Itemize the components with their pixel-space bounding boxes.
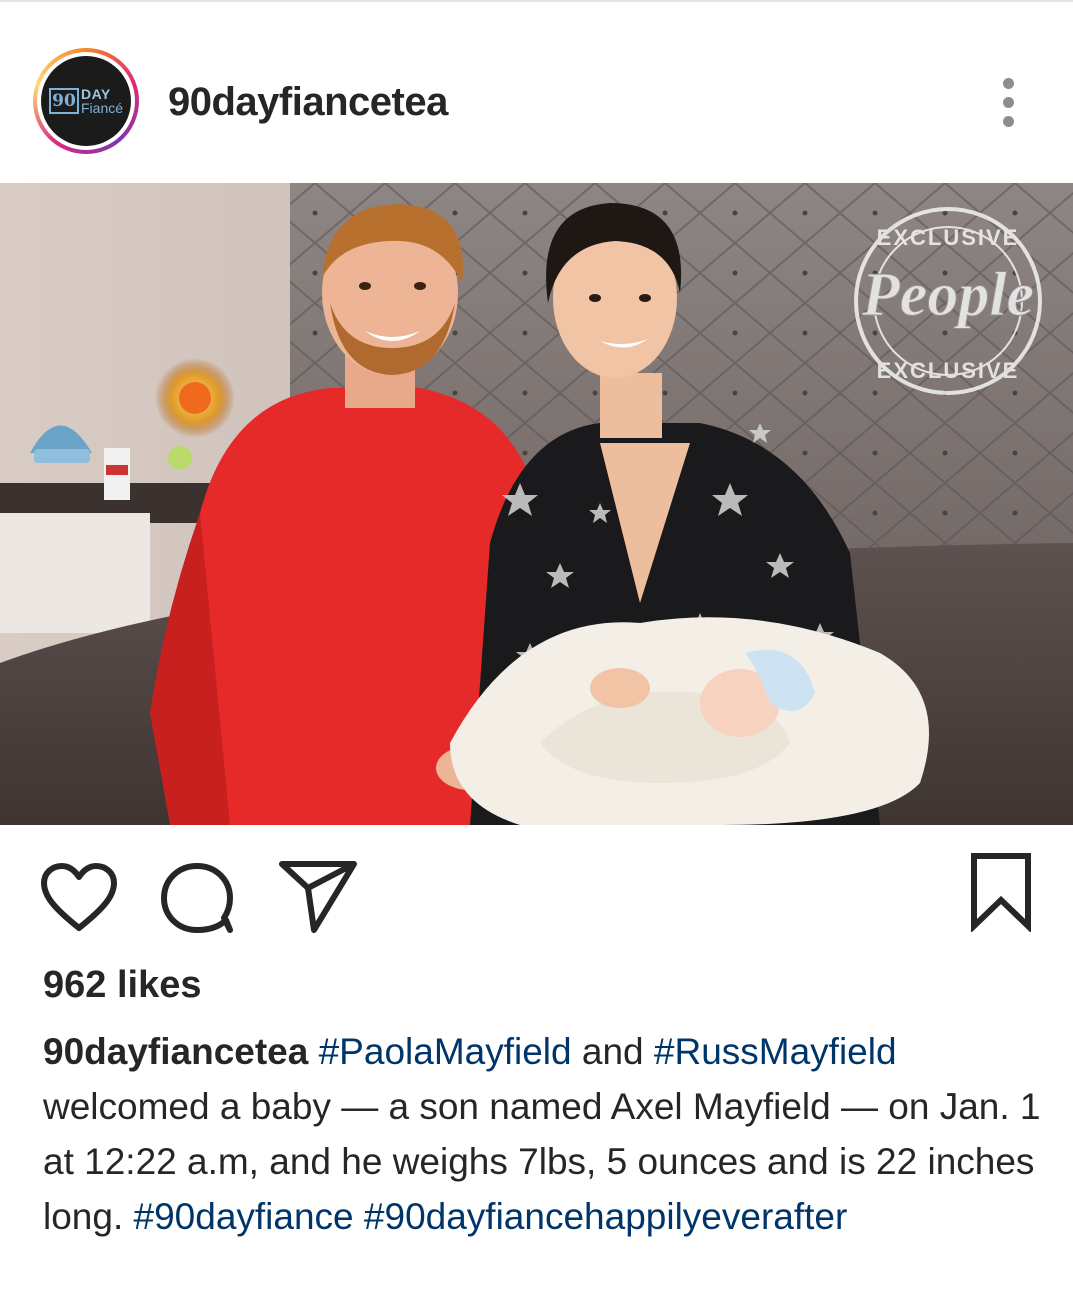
- avatar[interactable]: 90 DAY Fiancé: [41, 56, 131, 146]
- caption-text: and: [581, 1031, 644, 1072]
- svg-text:EXCLUSIVE: EXCLUSIVE: [877, 358, 1020, 383]
- more-options-icon[interactable]: [990, 78, 1026, 128]
- people-watermark: EXCLUSIVE People EXCLUSIVE: [854, 207, 1042, 395]
- post-actions: [0, 850, 1073, 940]
- paper-plane-icon[interactable]: [278, 858, 358, 934]
- hashtag-russmayfield[interactable]: #RussMayfield: [654, 1031, 897, 1072]
- avatar-logo: 90 DAY Fiancé: [49, 86, 125, 116]
- post-username[interactable]: 90dayfiancetea: [168, 80, 448, 125]
- story-ring[interactable]: 90 DAY Fiancé: [33, 48, 139, 154]
- post-header: 90 DAY Fiancé 90dayfiancetea: [0, 40, 1073, 170]
- bookmark-icon[interactable]: [966, 852, 1036, 934]
- top-divider: [0, 0, 1073, 2]
- caption-username[interactable]: 90dayfiancetea: [43, 1031, 308, 1072]
- hashtag-90dayfiance[interactable]: #90dayfiance: [134, 1196, 354, 1237]
- svg-text:People: People: [861, 261, 1034, 329]
- post-photo[interactable]: EXCLUSIVE People EXCLUSIVE: [0, 183, 1073, 825]
- likes-count[interactable]: 962 likes: [43, 964, 201, 1007]
- svg-text:EXCLUSIVE: EXCLUSIVE: [877, 225, 1020, 250]
- heart-outline-icon[interactable]: [40, 862, 118, 934]
- hashtag-90dayfiancehappilyeverafter[interactable]: #90dayfiancehappilyeverafter: [364, 1196, 847, 1237]
- post-caption: 90dayfiancetea #PaolaMayfield and #RussM…: [43, 1024, 1043, 1244]
- speech-bubble-icon[interactable]: [160, 862, 236, 934]
- hashtag-paolamayfield[interactable]: #PaolaMayfield: [319, 1031, 572, 1072]
